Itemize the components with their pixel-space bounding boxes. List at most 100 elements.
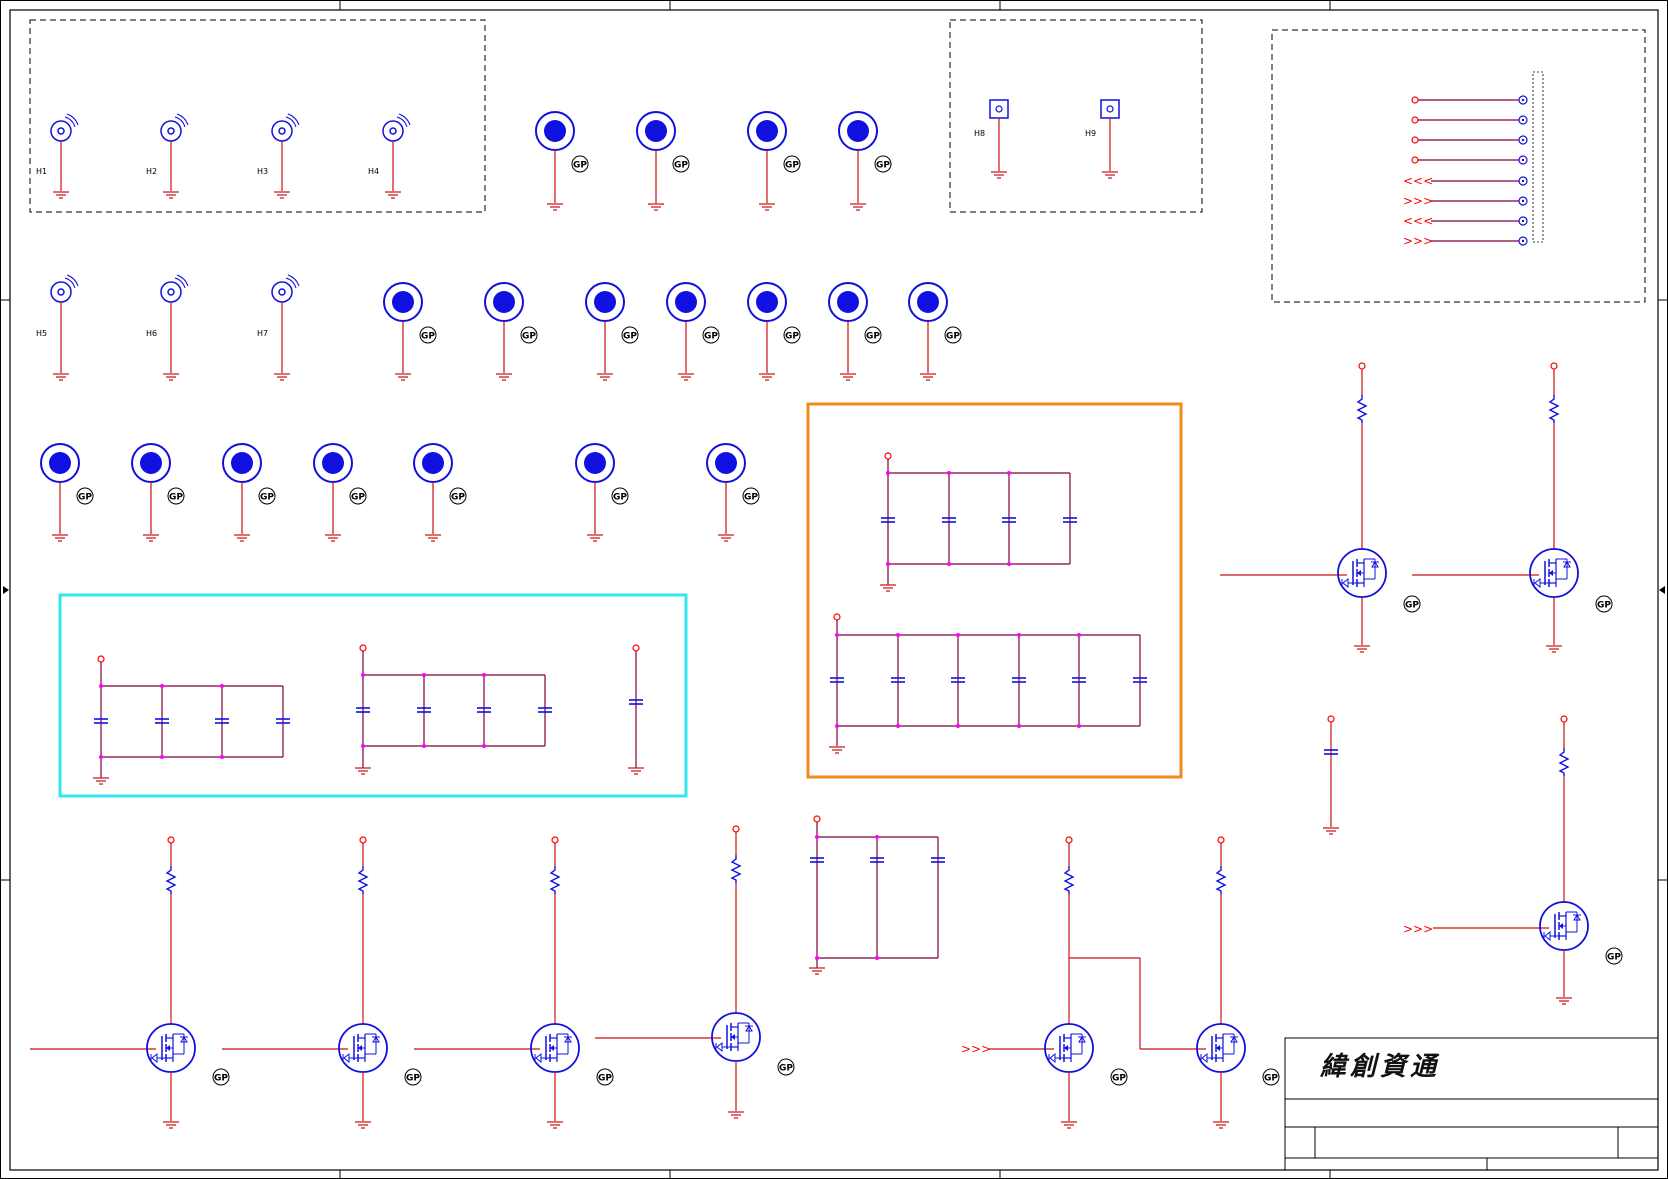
gp-badge (404, 1068, 422, 1086)
connector-icon (1518, 155, 1528, 165)
mosfet-stage: >>> (961, 836, 1206, 1129)
ground-icon (627, 767, 645, 775)
capacitor-single-right (1322, 715, 1340, 835)
mosfet-icon (1539, 901, 1589, 951)
gp-badge (449, 487, 467, 505)
mosfet-icon (711, 1012, 761, 1062)
designator-label: H9 (1085, 129, 1096, 138)
ground-icon (324, 534, 342, 542)
gp-badge (76, 487, 94, 505)
ground-icon (758, 373, 776, 381)
mosfet-stage (30, 836, 230, 1129)
capacitor-array-5 (808, 815, 946, 975)
ground-icon (1322, 827, 1340, 835)
mosfet-icon (146, 1023, 196, 1073)
gp-badge (571, 155, 589, 173)
antenna-icon (271, 113, 300, 142)
mosfet-stage (222, 836, 422, 1129)
resistor-icon (358, 865, 368, 895)
cyan-highlight-box (58, 593, 688, 798)
gp-badge (212, 1068, 230, 1086)
ground-icon (839, 373, 857, 381)
port-arrow-left: <<< (1403, 174, 1433, 188)
resistor-icon (1559, 747, 1569, 777)
resistor-icon (731, 854, 741, 884)
antenna-icon (50, 274, 79, 303)
mosfet-stage (595, 825, 795, 1119)
gp-badge (596, 1068, 614, 1086)
test-point-icon (747, 111, 787, 151)
capacitor-array-2 (354, 644, 553, 775)
designator-label: H3 (257, 167, 268, 176)
ground-icon (990, 171, 1008, 179)
connector-icon (1518, 115, 1528, 125)
test-point-icon (535, 111, 575, 151)
test-point-icon (838, 111, 878, 151)
test-point-icon (383, 282, 423, 322)
ground-icon (919, 373, 937, 381)
resistor-icon (1357, 394, 1367, 424)
ground-icon (879, 584, 897, 592)
gp-badge (783, 326, 801, 344)
ground-icon (1060, 1121, 1078, 1129)
orange-highlight-box (806, 402, 1183, 779)
ground-icon (162, 373, 180, 381)
designator-label: H4 (368, 167, 379, 176)
schematic-sheet: GP (0, 0, 1668, 1179)
test-point-icon (222, 443, 262, 483)
gp-badge (1403, 595, 1421, 613)
ground-icon (586, 534, 604, 542)
gp-badge (783, 155, 801, 173)
port-arrow-right: >>> (1403, 194, 1433, 208)
test-point-icon (908, 282, 948, 322)
resistor-icon (550, 865, 560, 895)
ground-icon (546, 1121, 564, 1129)
gp-badge (874, 155, 892, 173)
designator-label: H6 (146, 329, 157, 338)
ground-icon (273, 191, 291, 199)
gp-badge (1110, 1068, 1128, 1086)
connector-icon (1518, 135, 1528, 145)
gp-badge (611, 487, 629, 505)
left-center-arrow (3, 586, 9, 594)
ground-icon (162, 191, 180, 199)
test-point-icon (575, 443, 615, 483)
mosfet-icon (1196, 1023, 1246, 1073)
capacitor-single (627, 644, 645, 775)
test-point-icon (131, 443, 171, 483)
ground-icon (849, 203, 867, 211)
ground-icon (1101, 171, 1119, 179)
ground-icon (828, 746, 846, 754)
ground-icon (677, 373, 695, 381)
test-point-icon (828, 282, 868, 322)
pad-group-box (949, 19, 1203, 213)
gp-badge (167, 487, 185, 505)
connector-icon (1518, 95, 1528, 105)
ground-icon (162, 1121, 180, 1129)
test-point-icon (636, 111, 676, 151)
ground-icon (758, 203, 776, 211)
test-point-icon (413, 443, 453, 483)
ground-icon (727, 1111, 745, 1119)
antenna-icon (160, 113, 189, 142)
ground-icon (354, 1121, 372, 1129)
mosfet-stage (1220, 362, 1421, 653)
antenna-icon (160, 274, 189, 303)
right-center-arrow (1659, 586, 1665, 594)
gp-badge (1605, 947, 1623, 965)
test-point-icon (585, 282, 625, 322)
pad-icon (1100, 99, 1120, 119)
ground-icon (495, 373, 513, 381)
ground-icon (596, 373, 614, 381)
resistor-icon (1549, 394, 1559, 424)
capacitor-array-3 (879, 452, 1078, 592)
resistor-icon (1216, 865, 1226, 895)
ground-icon (384, 191, 402, 199)
test-point-icon (484, 282, 524, 322)
test-point-icon (666, 282, 706, 322)
mosfet-stage: >>> (1403, 715, 1623, 1005)
connector-group-box (1271, 29, 1646, 303)
gp-badge (349, 487, 367, 505)
test-point-icon (313, 443, 353, 483)
mosfet-stage (414, 836, 614, 1129)
